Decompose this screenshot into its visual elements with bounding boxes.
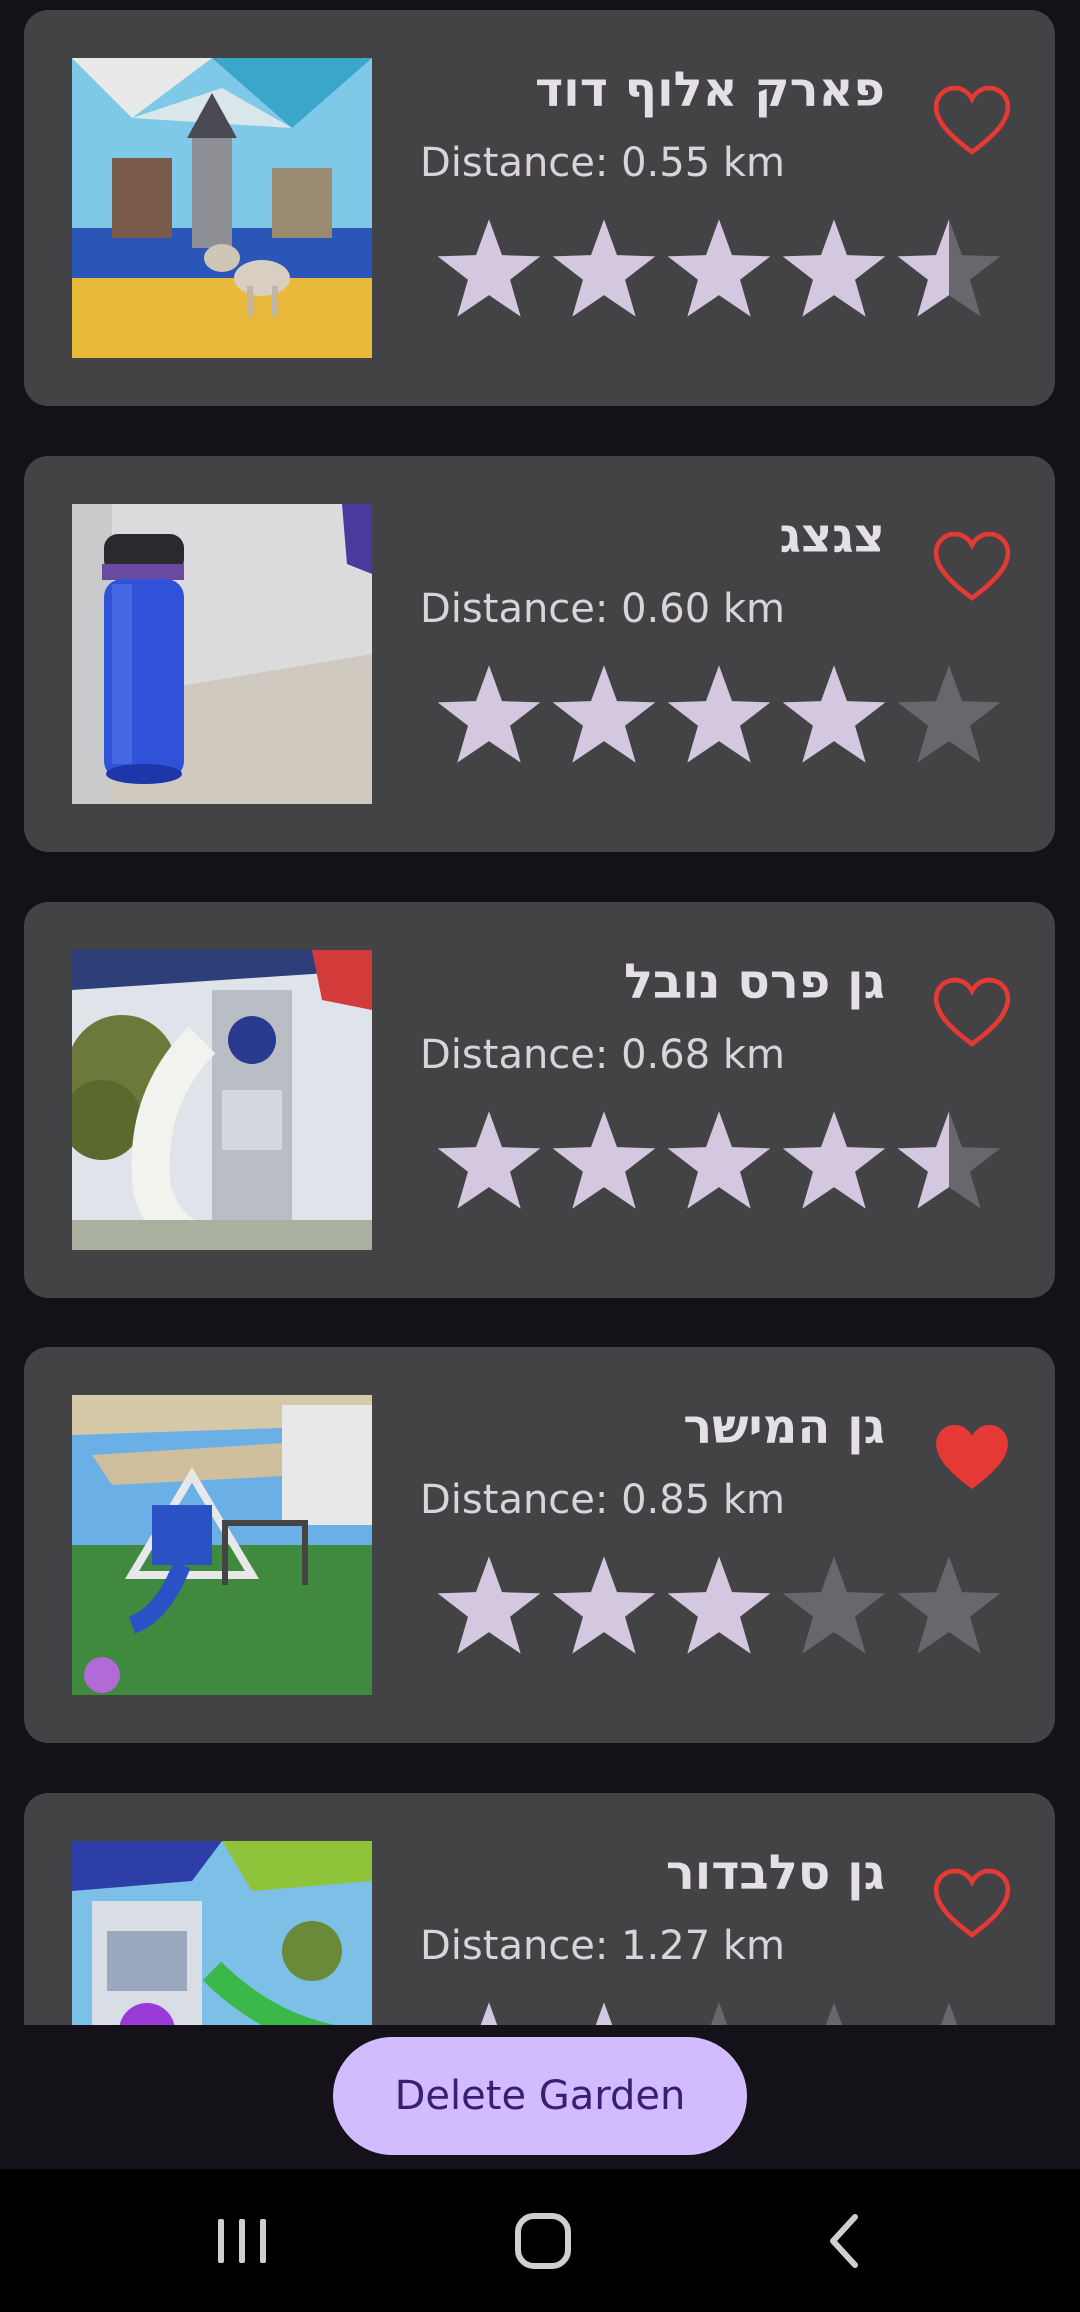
star-icon — [552, 665, 656, 763]
garden-name: צגצג — [779, 508, 885, 564]
star-rating — [434, 1552, 1026, 1662]
star-icon — [595, 2002, 613, 2025]
star-icon — [897, 1556, 1001, 1654]
garden-photo — [72, 504, 372, 804]
star-icon — [782, 1556, 886, 1654]
star-icon — [897, 665, 1001, 763]
star-icon — [897, 219, 1001, 317]
system-navigation-bar — [0, 2169, 1080, 2312]
star-icon — [940, 2002, 958, 2025]
star-icon — [552, 1111, 656, 1209]
star-icon — [667, 219, 771, 317]
star-rating — [434, 1998, 1026, 2025]
garden-card[interactable]: פארק אלוף דוד Distance: 0.55 km — [24, 10, 1055, 406]
favorite-heart-icon[interactable] — [930, 1415, 1014, 1499]
star-icon — [825, 2002, 843, 2025]
recent-apps-icon[interactable] — [192, 2199, 292, 2283]
garden-photo — [72, 1841, 372, 2025]
garden-name: פארק אלוף דוד — [535, 62, 885, 118]
star-rating — [434, 1107, 1026, 1217]
garden-list[interactable]: פארק אלוף דוד Distance: 0.55 km צגצג Dis… — [0, 0, 1080, 2025]
star-icon — [782, 1111, 886, 1209]
garden-name: גן המישר — [683, 1399, 885, 1455]
star-rating — [434, 215, 1026, 325]
star-icon — [710, 2002, 728, 2025]
garden-name: גן פרס נובל — [624, 954, 885, 1010]
star-icon — [437, 219, 541, 317]
garden-distance: Distance: 1.27 km — [420, 1923, 785, 1969]
star-icon — [480, 2002, 498, 2025]
garden-photo — [72, 58, 372, 358]
bottom-action-bar: Delete Garden — [0, 2025, 1080, 2169]
garden-distance: Distance: 0.60 km — [420, 586, 785, 632]
garden-distance: Distance: 0.55 km — [420, 140, 785, 186]
garden-photo — [72, 1395, 372, 1695]
star-icon — [667, 1556, 771, 1654]
star-icon — [552, 1556, 656, 1654]
star-icon — [667, 1111, 771, 1209]
favorite-heart-icon[interactable] — [930, 1861, 1014, 1945]
garden-card[interactable]: גן סלבדור Distance: 1.27 km — [24, 1793, 1055, 2025]
garden-distance: Distance: 0.68 km — [420, 1032, 785, 1078]
star-icon — [437, 665, 541, 763]
home-icon[interactable] — [493, 2199, 593, 2283]
star-icon — [437, 1556, 541, 1654]
star-icon — [667, 665, 771, 763]
garden-card[interactable]: גן המישר Distance: 0.85 km — [24, 1347, 1055, 1743]
star-rating — [434, 661, 1026, 771]
garden-card[interactable]: גן פרס נובל Distance: 0.68 km — [24, 902, 1055, 1298]
back-icon[interactable] — [795, 2199, 895, 2283]
garden-name: גן סלבדור — [665, 1845, 885, 1901]
favorite-heart-icon[interactable] — [930, 524, 1014, 608]
star-icon — [897, 1111, 1001, 1209]
star-icon — [437, 1111, 541, 1209]
garden-photo — [72, 950, 372, 1250]
star-icon — [552, 219, 656, 317]
star-icon — [782, 219, 886, 317]
delete-garden-button[interactable]: Delete Garden — [333, 2037, 747, 2155]
star-icon — [782, 665, 886, 763]
favorite-heart-icon[interactable] — [930, 78, 1014, 162]
favorite-heart-icon[interactable] — [930, 970, 1014, 1054]
garden-distance: Distance: 0.85 km — [420, 1477, 785, 1523]
garden-card[interactable]: צגצג Distance: 0.60 km — [24, 456, 1055, 852]
